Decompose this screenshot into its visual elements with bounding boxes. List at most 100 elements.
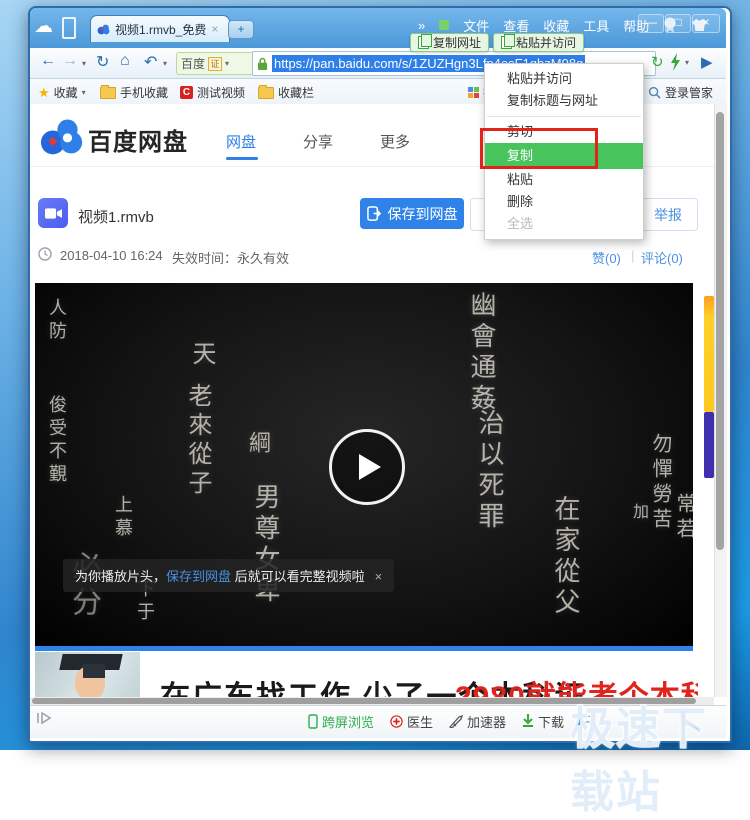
like-link[interactable]: 赞(0) (592, 248, 621, 267)
login-manager-button[interactable]: 登录管家 (648, 84, 713, 101)
menu-favorites[interactable]: 收藏 (543, 16, 569, 35)
undo-close-button[interactable]: ↶ (144, 52, 157, 72)
engine-dropdown-icon: ▾ (225, 59, 230, 68)
back-button[interactable]: ← (40, 52, 56, 70)
menu-item-copy-title-url[interactable]: 复制标题与网址 (485, 90, 643, 112)
phone-icon (308, 713, 318, 729)
toast-close-icon[interactable]: × (375, 569, 383, 584)
doctor-button[interactable]: 医生 (390, 712, 433, 731)
tab-close-icon[interactable]: × (211, 22, 218, 36)
site-tab-share[interactable]: 分享 (303, 131, 333, 152)
ad-banner[interactable]: 在广东找工作 少了一个本科证 2980就能考个本科! (35, 652, 698, 697)
file-name: 视频1.rmvb (78, 209, 154, 226)
video-calligraphy: 人防 (46, 298, 67, 344)
side-ribbon-purple[interactable] (704, 412, 714, 478)
status-tools: 跨屏浏览 医生 加速器 下载 (300, 705, 595, 737)
menu-item-paste[interactable]: 粘贴 (485, 169, 643, 191)
minimize-button[interactable]: — (638, 14, 664, 33)
save-label: 保存到网盘 (387, 205, 458, 222)
site-brand[interactable]: 百度网盘 (88, 122, 188, 157)
clock-icon (38, 247, 52, 261)
menu-view[interactable]: 查看 (503, 16, 529, 35)
apps-grid-icon (468, 87, 479, 98)
login-manager-label: 登录管家 (665, 86, 714, 100)
baidu-pan-logo (40, 119, 83, 155)
video-calligraphy: 常若 (673, 493, 693, 543)
video-calligraphy: 天 (188, 341, 216, 370)
refresh-button[interactable]: ↻ (96, 52, 109, 72)
status-label: 下载 (537, 714, 564, 730)
https-lock-icon (257, 57, 268, 70)
side-ribbon-yellow[interactable] (704, 296, 714, 412)
video-calligraphy: 加 (630, 503, 649, 524)
video-toast: 为你播放片头，保存到网盘 后就可以看完整视频啦 × (63, 559, 395, 592)
go-button[interactable]: ▶ (701, 53, 713, 71)
video-player[interactable]: 幽會通姦 治以死罪 在家從父 勿憚勞苦 常若 加 天 老來從子 綱 男尊女卑 人… (35, 283, 693, 651)
video-file-icon (38, 198, 68, 228)
history-dropdown-icon[interactable]: ▾ (82, 59, 86, 68)
cloud-sync-icon[interactable]: ☁ (34, 15, 53, 38)
copy-url-label: 复制网址 (433, 36, 482, 50)
copy-url-button[interactable]: 复制网址 (410, 33, 490, 52)
report-button[interactable]: 举报 (638, 198, 698, 231)
active-tab-underline (226, 157, 258, 160)
menu-item-delete[interactable]: 删除 (485, 191, 643, 213)
toast-save-link[interactable]: 保存到网盘 (166, 569, 231, 584)
home-button[interactable]: ⌂ (120, 52, 130, 70)
save-to-pan-button[interactable]: 保存到网盘 (360, 198, 464, 229)
bookmark-bar-folder[interactable]: 收藏栏 (258, 84, 314, 101)
play-icon (359, 454, 381, 480)
menu-tools[interactable]: 工具 (583, 16, 609, 35)
baidu-pan-favicon (97, 24, 110, 34)
menu-item-select-all[interactable]: 全选 (485, 213, 643, 235)
menu-overflow-chevron[interactable]: » (418, 18, 425, 33)
play-button[interactable] (329, 429, 405, 505)
extension-icon[interactable] (439, 20, 450, 30)
bolt-dropdown-icon[interactable]: ▾ (685, 58, 689, 67)
favorite-label: 收藏 (53, 86, 78, 100)
status-label: 医生 (406, 714, 433, 730)
green-download-icon (522, 714, 533, 727)
cross-screen-button[interactable]: 跨屏浏览 (308, 712, 374, 731)
bookmark-label: 手机收藏 (120, 86, 169, 100)
video-calligraphy: 治以死罪 (474, 409, 504, 533)
bookmark-test-video[interactable]: C 测试视频 (180, 84, 245, 101)
menu-item-paste-visit[interactable]: 粘贴并访问 (485, 68, 643, 90)
download-manager-button[interactable]: 下载 (522, 712, 564, 731)
copy-icon (418, 34, 432, 49)
new-tab-button[interactable]: + (228, 20, 254, 39)
video-calligraphy: 綱 (245, 431, 270, 458)
maximize-button[interactable]: □ (665, 14, 691, 33)
watermark: 极速下载站 (569, 703, 708, 818)
translate-refresh-icon[interactable]: ↻ (651, 53, 664, 71)
menu-file[interactable]: 文件 (463, 16, 489, 35)
toast-text: 为你播放片头， (75, 569, 167, 584)
undo-dropdown-icon[interactable]: ▾ (163, 59, 167, 68)
save-export-icon (366, 206, 381, 221)
site-tab-pan[interactable]: 网盘 (226, 131, 256, 152)
forward-button[interactable]: → (62, 52, 78, 70)
sidebar-toggle-icon[interactable] (36, 711, 56, 725)
add-favorite-button[interactable]: ★ 收藏 ▾ (38, 84, 86, 101)
paste-visit-button[interactable]: 粘贴并访问 (493, 33, 585, 52)
magnifier-icon (648, 86, 661, 99)
video-progress-bar[interactable] (35, 646, 693, 651)
video-calligraphy: 俊受不覲 (46, 395, 67, 487)
vertical-scrollbar-thumb[interactable] (716, 112, 724, 550)
cert-badge-icon: 证 (208, 56, 223, 71)
bookmark-label: 测试视频 (197, 86, 246, 100)
video-calligraphy: 在家從父 (550, 495, 580, 619)
comment-link[interactable]: 评论(0) (641, 248, 683, 267)
browser-tab[interactable]: 视频1.rmvb_免费 × (90, 15, 230, 42)
rocket-icon (448, 714, 463, 728)
bookmark-mobile-folder[interactable]: 手机收藏 (100, 84, 168, 101)
close-button[interactable]: × (692, 14, 720, 33)
site-tab-more[interactable]: 更多 (380, 131, 410, 152)
search-engine-selector[interactable]: 百度 证 ▾ (176, 52, 258, 75)
accelerator-button[interactable]: 加速器 (448, 712, 506, 731)
speed-bolt-icon[interactable] (670, 53, 681, 71)
report-label: 举报 (654, 206, 682, 223)
phone-sync-icon[interactable] (62, 17, 76, 39)
tab-title: 视频1.rmvb_免费 (115, 22, 207, 37)
status-label: 跨屏浏览 (321, 714, 374, 730)
